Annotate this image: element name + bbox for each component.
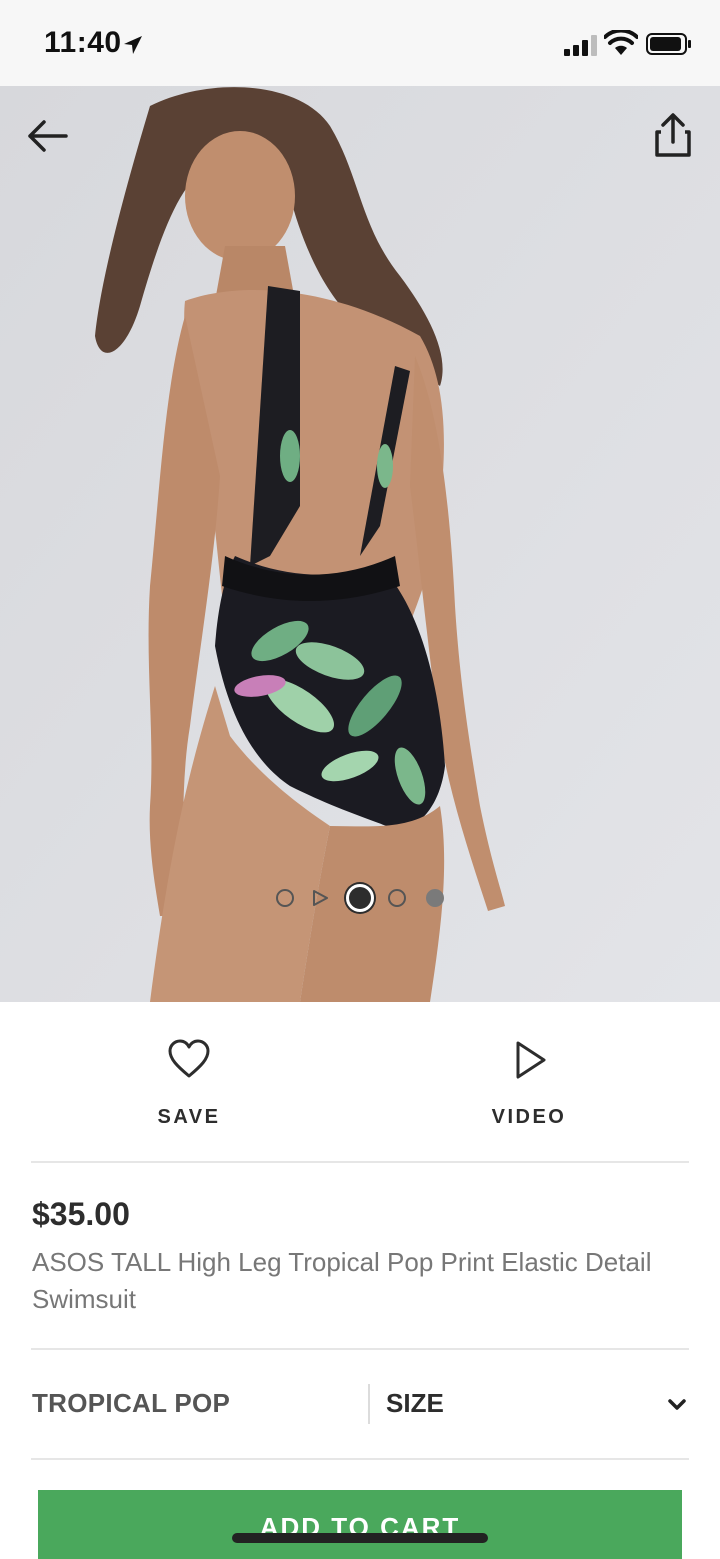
page-dot[interactable]: [276, 889, 294, 907]
save-label: SAVE: [157, 1106, 221, 1128]
product-actions: SAVE VIDEO: [0, 1002, 720, 1162]
share-icon[interactable]: [648, 110, 698, 160]
divider: [31, 1161, 689, 1163]
back-arrow-icon[interactable]: [22, 114, 74, 158]
colour-label: TROPICAL POP: [32, 1388, 231, 1418]
battery-icon: [646, 33, 691, 55]
cellular-signal-icon: [564, 35, 597, 56]
page-dot-active[interactable]: [346, 884, 374, 912]
page-dot[interactable]: [388, 889, 406, 907]
status-bar: 11:40: [0, 0, 720, 86]
play-icon: [516, 1041, 546, 1079]
home-indicator[interactable]: [232, 1533, 488, 1543]
variant-selector-row: TROPICAL POP SIZE: [0, 1350, 720, 1460]
product-image: [0, 86, 720, 1002]
vertical-divider: [368, 1384, 370, 1424]
product-price: $35.00: [32, 1196, 130, 1232]
size-dropdown[interactable]: SIZE: [386, 1380, 696, 1430]
heart-icon: [168, 1039, 210, 1078]
divider: [31, 1458, 689, 1460]
video-label: VIDEO: [491, 1106, 567, 1128]
wifi-icon: [604, 30, 638, 55]
page-dot[interactable]: [426, 889, 444, 907]
location-arrow-icon: [124, 36, 142, 54]
add-to-cart-button[interactable]: ADD TO CART: [38, 1490, 682, 1559]
size-dropdown-label: SIZE: [386, 1388, 444, 1418]
status-time: 11:40: [44, 26, 122, 59]
chevron-down-icon: [668, 1399, 686, 1410]
product-title: ASOS TALL High Leg Tropical Pop Print El…: [32, 1247, 652, 1314]
save-button[interactable]: SAVE: [89, 1038, 289, 1138]
image-page-indicator[interactable]: [270, 884, 450, 912]
video-dot-play-icon[interactable]: [312, 890, 328, 906]
product-image-gallery[interactable]: [0, 86, 720, 1002]
video-button[interactable]: VIDEO: [429, 1038, 629, 1138]
